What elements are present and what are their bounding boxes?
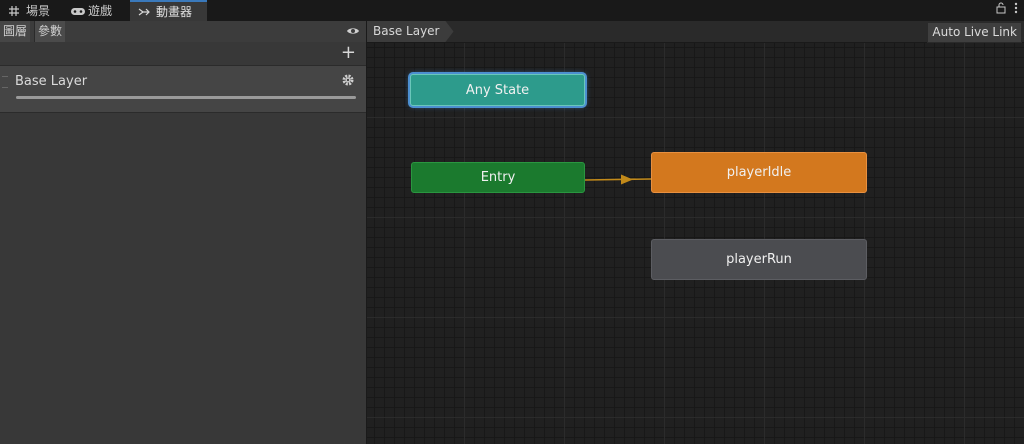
- lock-icon[interactable]: [996, 2, 1006, 17]
- state-machine-graph[interactable]: Base Layer Auto Live Link Any State Entr…: [367, 21, 1024, 444]
- drag-handle-icon[interactable]: [2, 76, 8, 88]
- gamepad-icon: [70, 5, 85, 17]
- auto-live-link-button[interactable]: Auto Live Link: [927, 22, 1022, 43]
- layer-toolbar: +: [0, 42, 366, 64]
- gear-icon[interactable]: [341, 73, 355, 87]
- transition-arrow[interactable]: [585, 171, 653, 187]
- tab-scene-label: 場景: [26, 4, 51, 18]
- eye-icon[interactable]: [346, 24, 360, 38]
- layers-panel: 圖層 參數 + Base Layer: [0, 21, 367, 444]
- tab-game-label: 遊戲: [88, 4, 113, 18]
- panel-subtabs: 圖層 參數: [0, 21, 366, 43]
- tab-game[interactable]: 遊戲: [62, 0, 120, 21]
- window-controls: [996, 2, 1018, 17]
- layer-name: Base Layer: [15, 74, 88, 89]
- state-player-run[interactable]: playerRun: [651, 239, 867, 280]
- layer-weight-bar: [16, 96, 356, 99]
- add-layer-button[interactable]: +: [341, 44, 356, 62]
- state-any-state[interactable]: Any State: [410, 74, 585, 106]
- window-tab-strip: 場景 遊戲 動畫器: [0, 0, 1024, 22]
- tab-parameters[interactable]: 參數: [34, 21, 66, 42]
- grid-icon: [8, 5, 22, 17]
- breadcrumb[interactable]: Base Layer: [367, 21, 454, 42]
- tab-scene[interactable]: 場景: [0, 0, 58, 21]
- state-entry[interactable]: Entry: [411, 162, 585, 193]
- graph-toolbar: Base Layer Auto Live Link: [367, 21, 1024, 43]
- animator-icon: [138, 6, 152, 18]
- layer-item[interactable]: Base Layer: [0, 65, 366, 113]
- more-menu-icon[interactable]: [1014, 2, 1018, 17]
- state-player-idle[interactable]: playerIdle: [651, 152, 867, 193]
- tab-animator[interactable]: 動畫器: [130, 0, 207, 21]
- tab-layers[interactable]: 圖層: [0, 21, 31, 42]
- tab-animator-label: 動畫器: [156, 5, 193, 19]
